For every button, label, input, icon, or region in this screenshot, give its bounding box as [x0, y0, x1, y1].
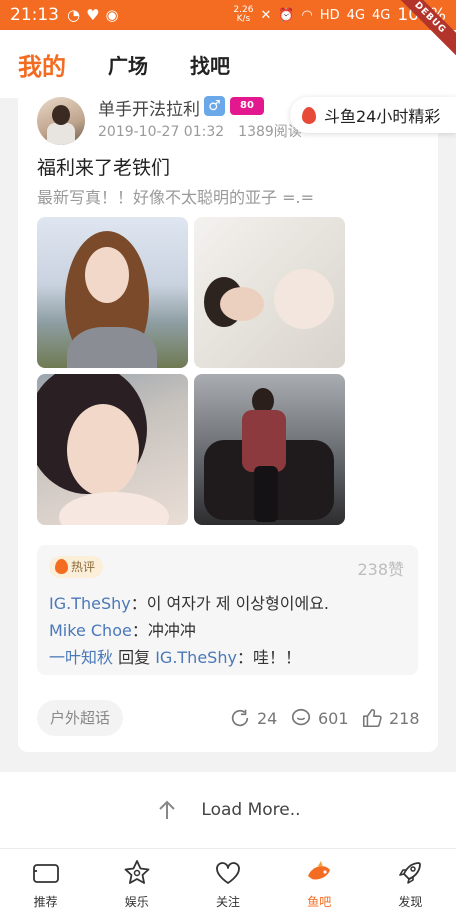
heart-icon: [216, 862, 240, 884]
post-date: 2019-10-27 01:32: [98, 124, 225, 140]
post-photo-3[interactable]: [37, 374, 188, 525]
nav-discover[interactable]: 发现: [365, 849, 456, 919]
alarm-icon: ⏰: [278, 7, 295, 23]
vpn-icon: ♥: [86, 6, 100, 24]
arrow-up-icon: [159, 800, 176, 819]
gender-icon: ♂: [204, 96, 225, 116]
like-button[interactable]: 218: [361, 707, 420, 729]
post-description: 最新写真！！好像不太聪明的亚子 =.=: [37, 188, 314, 207]
comment-item[interactable]: IG.TheShy：이 여자가 제 이상형이에요.: [49, 590, 329, 614]
live-banner[interactable]: 斗鱼24小时精彩: [290, 97, 456, 133]
browser-icon: ◉: [105, 6, 119, 24]
load-more-button[interactable]: Load More..: [0, 772, 456, 848]
comment-icon: [291, 708, 311, 726]
tab-mine[interactable]: 我的: [18, 47, 66, 82]
thumbs-up-icon: [362, 708, 382, 728]
comment-user[interactable]: 一叶知秋: [49, 648, 113, 667]
signal-hd: HD: [319, 7, 340, 23]
flame-icon: [302, 106, 316, 124]
status-bar: 21:13 ◔ ♥ ◉ 2.26 K/s ✕ ⏰ ◠ HD 4G 4G 100%: [0, 0, 456, 30]
bottom-nav: 推荐 娱乐 关注 鱼吧 发现: [0, 848, 456, 919]
post-views: 1389阅读: [238, 124, 302, 140]
comment-item[interactable]: Mike Choe：冲冲冲: [49, 617, 196, 641]
fish-icon: [308, 861, 331, 880]
signal-4g-a: 4G: [346, 7, 366, 23]
post-photo-1[interactable]: [37, 217, 188, 368]
share-button[interactable]: 24: [229, 707, 277, 729]
nav-entertainment[interactable]: 娱乐: [91, 849, 182, 919]
tab-square[interactable]: 广场: [108, 50, 148, 79]
hot-likes-count: 238赞: [357, 560, 404, 579]
rocket-icon: [399, 862, 422, 884]
level-badge: 80: [230, 97, 264, 115]
post-title[interactable]: 福利来了老铁们: [37, 153, 170, 180]
tab-find-bar[interactable]: 找吧: [190, 50, 230, 79]
comment-item[interactable]: 一叶知秋 回复 IG.TheShy：哇！！: [49, 644, 301, 668]
post-username[interactable]: 单手开法拉利: [98, 95, 200, 120]
nav-follow[interactable]: 关注: [182, 849, 273, 919]
comment-reply-to[interactable]: IG.TheShy: [155, 648, 237, 667]
flame-icon: [55, 559, 68, 574]
post-card[interactable]: 单手开法拉利 ♂ 80 2019-10-27 01:32 1389阅读 福利来了老…: [18, 90, 438, 752]
avatar[interactable]: [37, 97, 85, 145]
top-tab-bar: 我的 广场 找吧: [0, 30, 456, 98]
comment-user[interactable]: IG.TheShy: [49, 594, 131, 613]
nav-recommend[interactable]: 推荐: [0, 849, 91, 919]
share-icon: [231, 709, 249, 727]
forum-tag[interactable]: 户外超话: [37, 700, 124, 736]
hot-comments[interactable]: 热评 238赞 IG.TheShy：이 여자가 제 이상형이에요. Mike C…: [37, 545, 418, 675]
post-meta: 2019-10-27 01:32 1389阅读: [98, 121, 302, 141]
nav-fish-bar[interactable]: 鱼吧: [274, 849, 365, 919]
camera-icon: [32, 864, 59, 883]
notification-icons: ◔ ♥ ◉: [67, 6, 119, 24]
hot-badge: 热评: [49, 556, 104, 578]
signal-4g-b: 4G: [372, 7, 391, 23]
wifi-icon: ◠: [301, 7, 313, 23]
post-photo-2[interactable]: [194, 217, 345, 368]
comment-button[interactable]: 601: [290, 707, 349, 729]
mute-icon: ✕: [260, 7, 272, 23]
comment-user[interactable]: Mike Choe: [49, 621, 132, 640]
qq-icon: ◔: [67, 6, 81, 24]
post-photo-4[interactable]: [194, 374, 345, 525]
status-time: 21:13: [10, 5, 59, 25]
star-icon: [124, 860, 150, 884]
net-speed: 2.26 K/s: [233, 5, 254, 24]
